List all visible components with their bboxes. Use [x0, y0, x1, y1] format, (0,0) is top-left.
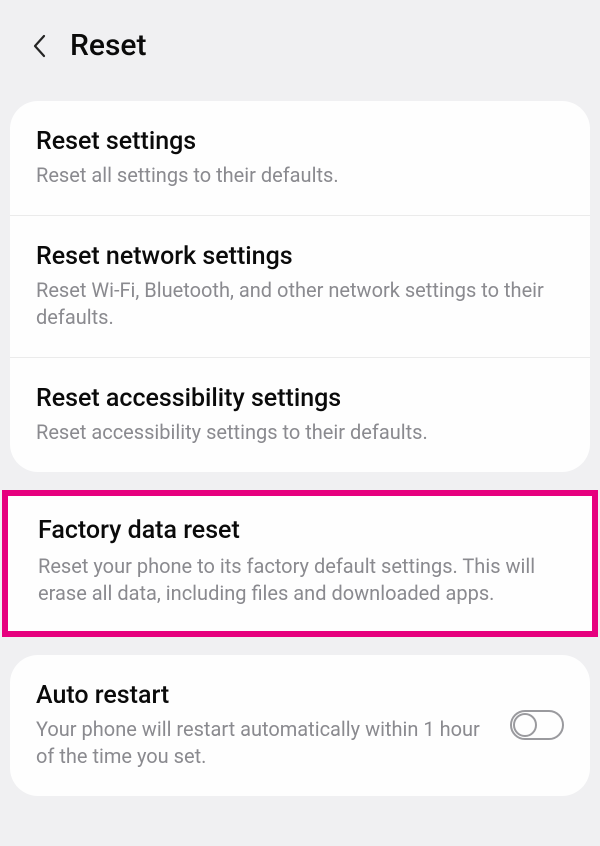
item-title: Reset settings — [36, 127, 564, 156]
page-title: Reset — [70, 28, 146, 63]
reset-settings-item[interactable]: Reset settings Reset all settings to the… — [10, 101, 590, 216]
header-bar: Reset — [0, 0, 600, 91]
auto-restart-toggle[interactable] — [510, 710, 564, 742]
item-desc: Your phone will restart automatically wi… — [36, 716, 490, 770]
item-title: Reset accessibility settings — [36, 384, 564, 413]
item-desc: Reset Wi-Fi, Bluetooth, and other networ… — [36, 277, 564, 331]
item-desc: Reset accessibility settings to their de… — [36, 419, 564, 446]
item-title: Reset network settings — [36, 242, 564, 271]
factory-data-reset-item[interactable]: Factory data reset Reset your phone to i… — [2, 490, 598, 637]
item-title: Auto restart — [36, 681, 490, 710]
reset-network-settings-item[interactable]: Reset network settings Reset Wi-Fi, Blue… — [10, 216, 590, 358]
reset-options-card: Reset settings Reset all settings to the… — [10, 101, 590, 472]
item-title: Factory data reset — [38, 516, 568, 545]
item-desc: Reset your phone to its factory default … — [38, 553, 568, 607]
auto-restart-item[interactable]: Auto restart Your phone will restart aut… — [36, 681, 564, 770]
reset-accessibility-settings-item[interactable]: Reset accessibility settings Reset acces… — [10, 358, 590, 472]
item-desc: Reset all settings to their defaults. — [36, 162, 564, 189]
auto-restart-card: Auto restart Your phone will restart aut… — [10, 655, 590, 796]
back-icon[interactable] — [30, 32, 48, 60]
